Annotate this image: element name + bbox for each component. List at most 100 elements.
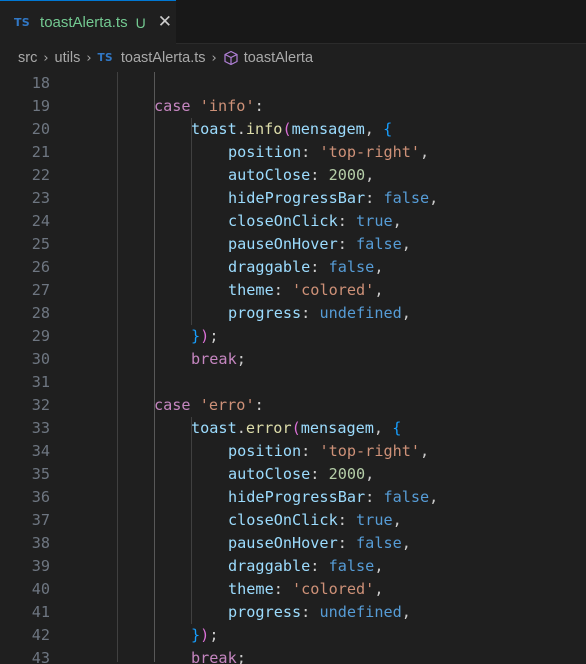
typescript-icon: TS [14,16,31,29]
line-number: 31 [31,373,50,391]
code-line[interactable]: 23 hideProgressBar: false, [0,187,586,210]
code-text: hideProgressBar: false, [228,187,438,210]
breadcrumb-item-src[interactable]: src [18,50,37,66]
code-line[interactable]: 19 case 'info': [0,95,586,118]
code-line[interactable]: 35 autoClose: 2000, [0,463,586,486]
line-number: 38 [31,534,50,552]
code-line[interactable]: 32 case 'erro': [0,394,586,417]
code-token: . [236,120,246,138]
code-token: , [401,304,411,322]
breadcrumb-item-utils[interactable]: utils [55,50,81,66]
line-number: 36 [31,488,50,506]
code-text: pauseOnHover: false, [228,532,411,555]
line-number: 42 [31,626,50,644]
breadcrumb-item-symbol[interactable]: toastAlerta [244,50,313,66]
code-text: autoClose: 2000, [228,164,374,187]
breadcrumb-item-file[interactable]: toastAlerta.ts [121,50,206,66]
code-token: : [310,258,329,276]
code-line[interactable]: 42}); [0,624,586,647]
code-token: draggable [228,557,311,575]
code-token: , [392,511,402,529]
code-token: false [328,557,375,575]
code-line[interactable]: 31 [0,371,586,394]
code-token: position [228,442,302,460]
code-text: progress: undefined, [228,302,411,325]
code-token: , [374,258,384,276]
code-token: progress [228,304,302,322]
code-text: case 'info': [154,95,264,118]
code-line[interactable]: 40 theme: 'colored', [0,578,586,601]
code-token: ) [200,327,210,345]
code-text: toast.info(mensagem, { [191,118,392,141]
code-token: 2000 [328,166,366,184]
code-line[interactable]: 36 hideProgressBar: false, [0,486,586,509]
code-line[interactable]: 28 progress: undefined, [0,302,586,325]
code-editor[interactable]: 18 19 case 'info': 20 toast.info(mensagem, {… [0,72,586,664]
code-token: closeOnClick [228,212,338,230]
line-number: 28 [31,304,50,322]
code-token: mensagem [300,419,374,437]
close-icon[interactable]: ✕ [158,14,172,31]
code-text: pauseOnHover: false, [228,233,411,256]
line-number: 43 [31,649,50,664]
line-number: 23 [31,189,50,207]
code-line[interactable]: 37 closeOnClick: true, [0,509,586,532]
code-token: false [356,235,402,253]
code-token: } [191,626,201,644]
code-token: , [420,143,430,161]
code-token: case [154,97,191,115]
code-line[interactable]: 27 theme: 'colored', [0,279,586,302]
code-line[interactable]: 33 toast.error(mensagem, { [0,417,586,440]
code-line[interactable]: 41 progress: undefined, [0,601,586,624]
code-token: { [392,419,402,437]
code-token: } [191,327,201,345]
code-line[interactable]: 24 closeOnClick: true, [0,210,586,233]
code-text: autoClose: 2000, [228,463,374,486]
code-line[interactable]: 38 pauseOnHover: false, [0,532,586,555]
code-line[interactable]: 34 position: 'top-right', [0,440,586,463]
tab-toastalerta[interactable]: TS toastAlerta.ts U ✕ [0,0,176,44]
code-line[interactable]: 30 break; [0,348,586,371]
code-token: : [301,442,320,460]
line-number: 18 [31,74,50,92]
code-token: ( [291,419,301,437]
code-token: true [356,212,393,230]
code-token: autoClose [228,465,311,483]
code-token: case [154,396,191,414]
code-token: 'top-right' [319,442,421,460]
code-token: break [191,350,237,368]
line-number: 24 [31,212,50,230]
code-token: theme [228,281,274,299]
code-token: : [254,396,264,414]
code-line[interactable]: 18 [0,72,586,95]
code-token: : [365,488,384,506]
line-number: 27 [31,281,50,299]
code-token: false [383,189,430,207]
code-line[interactable]: 29}); [0,325,586,348]
code-token: . [236,419,246,437]
code-line[interactable]: 43 break; [0,647,586,664]
tab-bar: TS toastAlerta.ts U ✕ [0,0,586,44]
line-number: 25 [31,235,50,253]
code-text: closeOnClick: true, [228,509,402,532]
line-number: 33 [31,419,50,437]
line-number: 19 [31,97,50,115]
code-text: progress: undefined, [228,601,411,624]
line-number: 40 [31,580,50,598]
code-token: true [356,511,393,529]
code-token: , [365,166,375,184]
code-line[interactable]: 22 autoClose: 2000, [0,164,586,187]
code-line[interactable]: 39 draggable: false, [0,555,586,578]
code-line[interactable]: 25 pauseOnHover: false, [0,233,586,256]
code-line[interactable]: 21 position: 'top-right', [0,141,586,164]
code-line[interactable]: 26 draggable: false, [0,256,586,279]
code-line[interactable]: 20 toast.info(mensagem, { [0,118,586,141]
code-token: : [337,511,357,529]
code-token: , [401,534,411,552]
code-token: : [301,603,320,621]
line-number: 30 [31,350,50,368]
code-text: break; [191,647,246,664]
code-token: toast [191,120,237,138]
